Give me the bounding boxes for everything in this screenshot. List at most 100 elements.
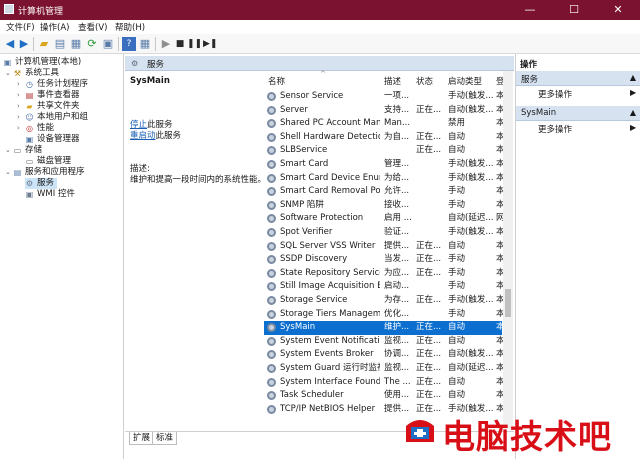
services-header: ⚙ 服务 [125,56,514,71]
actions-section-sysmain[interactable]: SysMain ▲ [516,106,640,121]
services-apps-icon: ▤ [13,168,22,177]
service-row[interactable]: System Event Notification ... 监视... 正在... 自… [264,335,504,349]
service-startup: 自动(延迟... [448,363,494,373]
service-status: 正在... [416,254,442,265]
back-icon[interactable]: ◀ [3,37,17,51]
menu-file[interactable]: 文件(F) [6,21,35,33]
more-actions-sysmain[interactable]: 更多操作 ▶ [538,123,636,135]
service-row[interactable]: Shell Hardware Detection 为自... 正在... 自动本 [264,131,504,145]
disk-icon: ▭ [25,157,34,166]
service-name: Shell Hardware Detection [280,131,380,142]
service-desc: 优化... [384,308,410,319]
stop-service-icon[interactable]: ■ [173,37,187,51]
menu-action[interactable]: 操作(A) [40,21,69,33]
service-row[interactable]: Spot Verifier 验证... 手动(触发... 本 [264,226,504,240]
column-name[interactable]: 名称 [268,75,285,87]
service-row[interactable]: Storage Tiers Management优化...手动本 [264,308,504,322]
tree-services-apps[interactable]: ⌄ ▤ 服务和应用程序 [5,167,85,178]
tree-local-users[interactable]: › ☺ 本地用户和组 [17,112,88,123]
service-gear-icon [267,105,276,115]
service-desc: 为给... [384,172,410,183]
service-startup: 禁用 [448,118,466,129]
tree-root[interactable]: ▣ 计算机管理(本地) [3,57,81,68]
tree-device-manager[interactable]: ▣ 设备管理器 [25,134,80,145]
service-startup: 自动 [448,240,466,251]
service-gear-icon [267,92,276,101]
tree-event-viewer[interactable]: › ▤ 事件查看器 [17,90,80,101]
title-bar: 计算机管理 — ☐ ✕ [0,0,640,20]
service-row[interactable]: System Events Broker 协调... 正在... 自动(触发... 本 [264,348,504,362]
menu-help[interactable]: 帮助(H) [115,21,145,33]
up-folder-icon[interactable]: ▰ [37,37,51,51]
menu-view[interactable]: 查看(V) [78,21,107,33]
tab-extended[interactable]: 扩展 [129,432,155,445]
service-gear-icon [267,255,276,265]
service-row[interactable]: Task Scheduler 使用... 正在... 自动本 [264,389,504,403]
service-startup: 自动(触发... [448,104,494,115]
service-row[interactable]: Smart Card Removal Policy允许...手动本 [264,185,504,199]
actions-pane: 操作 服务 ▲ 更多操作 ▶ SysMain ▲ 更多操作 ▶ [515,54,640,459]
tree-disk-management[interactable]: ▭ 磁盘管理 [25,156,71,167]
service-description-panel: SysMain 停止此服务 重启动此服务 描述: 维护和提高一段时间内的系统性能… [125,71,266,431]
pause-service-icon[interactable]: ❚❚ [187,37,202,51]
service-row[interactable]: Software Protection 启用 ... 自动(延迟... 网 [264,212,504,226]
tree-task-scheduler[interactable]: › ◷ 任务计划程序 [17,79,88,90]
service-row[interactable]: System Interface Foundati... The ... 正在...… [264,376,504,390]
restart-service-link[interactable]: 重启动 [130,131,156,141]
service-row[interactable]: Server 支持... 正在... 自动(触发... 本 [264,104,504,118]
start-service-icon[interactable]: ▶ [159,37,173,51]
service-status: 正在... [416,240,442,251]
more-actions-services[interactable]: 更多操作 ▶ [538,88,636,100]
service-row[interactable]: Smart Card 管理... 手动(触发... 本 [264,158,504,172]
column-description[interactable]: 描述 [384,75,401,87]
service-startup: 手动(触发... [448,159,494,169]
refresh-icon[interactable]: ⟳ [85,37,99,51]
service-status: 正在... [416,131,442,142]
service-desc: 启用 ... [384,213,412,224]
scrollbar-thumb[interactable] [505,289,511,317]
submenu-arrow-icon: ▶ [630,88,637,97]
service-desc: 管理... [384,159,410,169]
service-startup: 手动 [448,267,466,278]
service-row[interactable]: SysMain 维护... 正在... 自动本 [264,321,504,335]
actions-section-services[interactable]: 服务 ▲ [516,71,640,86]
tree-storage[interactable]: ⌄ ▭ 存储 [5,145,42,156]
selected-service-name: SysMain [130,76,170,86]
help-icon[interactable]: ? [122,37,136,51]
service-row[interactable]: Storage Service 为存... 正在... 手动(触发... 本 [264,294,504,308]
vertical-scrollbar[interactable] [503,71,513,429]
maximize-button[interactable]: ☐ [552,0,596,20]
column-status[interactable]: 状态 [416,75,433,87]
service-row[interactable]: SNMP 陷阱 接收... 手动本 [264,199,504,213]
service-desc: 允许... [384,186,410,197]
tree-system-tools[interactable]: ⌄ ⚒ 系统工具 [5,68,59,79]
export-list-icon[interactable]: ▣ [101,37,115,51]
service-status: 正在... [416,267,442,278]
restart-service-icon[interactable]: ▶❚ [203,37,217,51]
tree-performance[interactable]: › ◎ 性能 [17,123,54,134]
tools-icon: ⚒ [13,69,22,78]
tree-services[interactable]: ⚙ 服务 [25,178,58,189]
service-row[interactable]: System Guard 运行时监视...监视...正在...自动(延迟...本 [264,362,504,376]
service-gear-icon [267,146,276,156]
service-row[interactable]: Smart Card Device Enumer... 为给... 手动(触发...… [264,172,504,186]
column-startup-type[interactable]: 启动类型 [448,75,482,87]
service-row[interactable]: State Repository Service 为应... 正在... 手动本 [264,267,504,281]
service-row[interactable]: Sensor Service 一项... 手动(触发... 本 [264,90,504,104]
service-row[interactable]: SLBService 正在... 自动本 [264,144,504,158]
service-desc: 提供... [384,240,410,251]
tree-shared-folders[interactable]: › ▰ 共享文件夹 [17,101,80,112]
minimize-button[interactable]: — [508,0,552,20]
service-row[interactable]: SSDP Discovery 当发... 正在... 手动本 [264,253,504,267]
tree-wmi[interactable]: ▣ WMI 控件 [25,189,75,200]
show-tree-icon[interactable]: ▤ [53,37,67,51]
service-status: 正在... [416,390,442,401]
forward-icon[interactable]: ▶ [17,37,31,51]
properties-icon[interactable]: ▦ [138,37,152,51]
service-row[interactable]: Still Image Acquisition Eve...启动...手动本 [264,280,504,294]
tab-standard[interactable]: 标准 [152,432,178,445]
close-button[interactable]: ✕ [596,0,640,20]
list-view-icon[interactable]: ▦ [69,37,83,51]
service-row[interactable]: SQL Server VSS Writer 提供... 正在... 自动本 [264,240,504,254]
service-row[interactable]: Shared PC Account ManagerMan...禁用本 [264,117,504,131]
